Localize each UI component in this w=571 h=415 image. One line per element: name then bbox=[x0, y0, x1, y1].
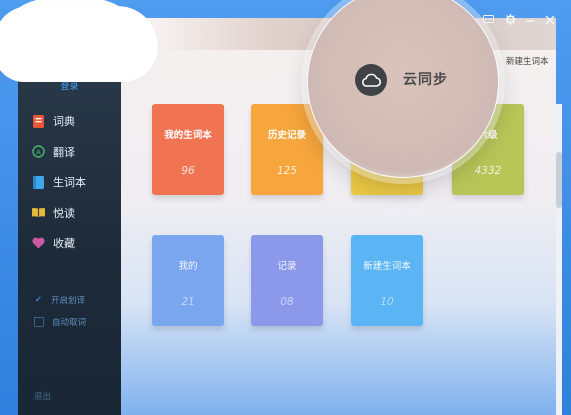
card-count: 125 bbox=[276, 165, 298, 177]
sidebar-item-reading[interactable]: 悦读 bbox=[18, 198, 121, 229]
decorative-cloud bbox=[0, 6, 158, 82]
exit-link[interactable]: 退出 bbox=[34, 390, 51, 402]
checkbox-empty-icon bbox=[34, 317, 44, 327]
wordbook-icon bbox=[32, 175, 45, 189]
minimize-icon[interactable] bbox=[523, 14, 537, 28]
card-title: 历史记录 bbox=[267, 130, 306, 141]
wordbook-card[interactable]: 我的 21 bbox=[152, 235, 224, 326]
option-auto-capture[interactable]: 自动取词 bbox=[34, 316, 86, 328]
new-wordbook-label: 新建生词本 bbox=[506, 57, 549, 67]
dictionary-icon bbox=[32, 114, 45, 128]
wordbook-card[interactable]: 记录 08 bbox=[251, 235, 323, 326]
card-title: 新建生词本 bbox=[363, 261, 411, 272]
card-count: 21 bbox=[181, 296, 195, 308]
card-count: 08 bbox=[280, 296, 294, 308]
option-auto-translate[interactable]: ✓ 开启划译 bbox=[34, 294, 85, 306]
sidebar-item-translate[interactable]: A 翻译 bbox=[18, 137, 121, 168]
option-label: 自动取词 bbox=[52, 318, 87, 328]
wordbook-card[interactable]: 历史记录 125 bbox=[251, 104, 323, 195]
card-count: 4332 bbox=[474, 165, 502, 177]
translate-icon: A bbox=[32, 145, 45, 158]
close-icon[interactable] bbox=[543, 14, 557, 28]
option-label: 开启划译 bbox=[51, 296, 86, 306]
heart-icon bbox=[32, 237, 45, 250]
sidebar-item-favorites[interactable]: 收藏 bbox=[18, 228, 121, 259]
message-icon[interactable] bbox=[481, 14, 495, 28]
sidebar-item-label: 生词本 bbox=[53, 176, 86, 190]
scrollbar[interactable] bbox=[556, 104, 562, 415]
wordbook-card[interactable]: 新建生词本 10 bbox=[351, 235, 423, 326]
sidebar-item-label: 翻译 bbox=[53, 145, 75, 159]
cloud-icon bbox=[355, 64, 387, 96]
card-title: 我的生词本 bbox=[164, 130, 212, 141]
reading-icon bbox=[32, 206, 45, 219]
sidebar-item-dictionary[interactable]: 词典 bbox=[18, 106, 121, 137]
scrollbar-thumb[interactable] bbox=[556, 152, 562, 208]
wordbook-card[interactable]: 我的生词本 96 bbox=[152, 104, 224, 195]
check-icon: ✓ bbox=[34, 295, 43, 305]
sidebar-item-label: 词典 bbox=[53, 115, 75, 129]
card-count: 96 bbox=[181, 165, 195, 177]
svg-text:A: A bbox=[36, 149, 41, 157]
sidebar-nav: 词典 A 翻译 生词本 悦读 收藏 bbox=[18, 106, 121, 259]
sidebar-item-label: 收藏 bbox=[53, 237, 75, 251]
cloud-sync-label: 云同步 bbox=[403, 72, 448, 88]
sidebar-item-label: 悦读 bbox=[53, 206, 75, 220]
card-count: 10 bbox=[380, 296, 394, 308]
skin-icon[interactable] bbox=[503, 14, 517, 28]
sidebar-item-wordbook[interactable]: 生词本 bbox=[18, 167, 121, 198]
card-title: 我的 bbox=[178, 261, 198, 272]
card-title: 记录 bbox=[277, 261, 297, 272]
